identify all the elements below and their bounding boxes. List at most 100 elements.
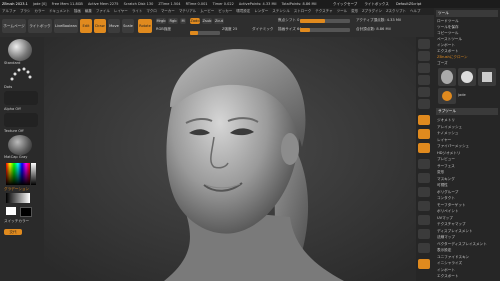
tool-menu-item[interactable]: ポリペイント — [437, 208, 497, 214]
tool-menu-item[interactable]: HDジオメトリ — [437, 150, 497, 156]
switch-color-label[interactable]: スイッチカラー — [4, 219, 29, 224]
subtool-header[interactable]: サブツール — [436, 108, 498, 115]
liveboolean-button[interactable]: LiveBoolean — [54, 19, 78, 33]
tool-menu-item[interactable]: レイヤー — [437, 137, 497, 143]
tool-menu-item[interactable]: サーフェス — [437, 163, 497, 169]
tool-menu-item[interactable]: イニシャライズ — [437, 260, 497, 266]
tool-header[interactable]: ツール — [436, 10, 498, 17]
menu-item[interactable]: レンダー — [254, 9, 268, 13]
tool-menu-item[interactable]: モーフターゲット — [437, 202, 497, 208]
rotate-view-button[interactable] — [418, 143, 430, 153]
focal-shift-slider[interactable] — [300, 19, 350, 23]
draw-button[interactable]: Draw — [94, 19, 106, 33]
main-color-swatch[interactable] — [6, 207, 16, 215]
m-button[interactable]: M — [180, 18, 186, 24]
goz-button[interactable]: ゴーズ — [437, 60, 497, 66]
alternate-button[interactable]: 交代 — [4, 229, 22, 235]
menu-item[interactable]: Zスクリプト — [386, 9, 406, 13]
stroke-thumbnail[interactable] — [6, 65, 34, 85]
mrgb-button[interactable]: Mrgb — [156, 18, 166, 24]
menu-item[interactable]: ツール — [337, 9, 348, 13]
xpose-button[interactable] — [418, 215, 430, 225]
menu-item[interactable]: 変形 — [351, 9, 358, 13]
menu-item[interactable]: ブラシ — [20, 9, 30, 13]
draw-size-slider[interactable] — [300, 28, 350, 32]
menu-item[interactable]: 環境設定 — [236, 9, 250, 13]
menu-item[interactable]: ファイル — [96, 9, 110, 13]
polyf-button[interactable] — [418, 159, 430, 169]
menu-item[interactable]: マクロ — [146, 9, 157, 13]
menu-item[interactable]: マテリアル — [179, 9, 196, 13]
tool-menu-item[interactable]: エクスポート — [437, 273, 497, 279]
tool-thumb-star[interactable] — [438, 88, 456, 104]
tool-menu-item[interactable]: ポリグループ — [437, 189, 497, 195]
secondary-color-swatch[interactable] — [20, 207, 32, 217]
tool-menu-item[interactable]: UVマップ — [437, 215, 497, 221]
menu-item[interactable]: ピッカー — [218, 9, 232, 13]
gradient-swatch[interactable] — [6, 193, 30, 203]
tool-menu-item[interactable]: 変形 — [437, 169, 497, 175]
zscript-button[interactable]: DefaultZScript — [396, 2, 421, 6]
tool-thumb-sphere[interactable] — [458, 68, 476, 86]
tool-thumb-cube[interactable] — [478, 68, 496, 86]
tool-menu-item[interactable]: 法線マップ — [437, 234, 497, 240]
tool-thumb-jade[interactable] — [438, 68, 456, 86]
menu-item[interactable]: ライト — [132, 9, 143, 13]
move-button[interactable]: Move — [108, 19, 120, 33]
viewport-canvas[interactable] — [44, 37, 416, 281]
move-view-button[interactable] — [418, 115, 430, 125]
tool-menu-item[interactable]: ベクターディスプレイスメント — [437, 241, 497, 247]
lightbox-title-button[interactable]: ライトボックス — [364, 2, 388, 6]
menu-item[interactable]: ヘルプ — [410, 9, 421, 13]
alpha-thumbnail[interactable] — [4, 91, 38, 105]
tool-menu-item[interactable]: プレビュー — [437, 156, 497, 162]
dynamic-toggle[interactable]: ダイナミック — [252, 27, 274, 32]
color-value-bar[interactable] — [31, 163, 36, 185]
tool-menu-item[interactable]: コンタクト — [437, 195, 497, 201]
menu-item[interactable]: ドキュメント — [49, 9, 70, 13]
rgb-button[interactable]: Rgb — [168, 18, 178, 24]
tool-menu-item[interactable]: ユニファイドスキン — [437, 254, 497, 260]
solo-button[interactable] — [418, 201, 430, 211]
frame-button[interactable] — [418, 229, 430, 239]
aahalf-button[interactable] — [418, 87, 430, 97]
material-thumbnail[interactable] — [8, 135, 32, 155]
tool-menu-item[interactable]: マスキング — [437, 176, 497, 182]
actual-button[interactable] — [418, 75, 430, 85]
scale-button[interactable]: Scale — [122, 19, 134, 33]
tool-menu-item[interactable]: ナノメッシュ — [437, 130, 497, 136]
z-intensity-slider[interactable] — [190, 31, 220, 35]
texture-thumbnail[interactable] — [4, 113, 38, 127]
lsym-button[interactable] — [418, 243, 430, 253]
rotate-button[interactable]: Rotate — [138, 19, 152, 33]
lightbox-button[interactable]: ライトボックス — [28, 19, 52, 42]
tool-menu-item[interactable]: アレイメッシュ — [437, 124, 497, 130]
tool-menu-item[interactable]: テクスチャマップ — [437, 221, 497, 227]
local-button[interactable] — [418, 259, 430, 269]
zoom3d-button[interactable] — [418, 129, 430, 139]
menu-item[interactable]: アルファ — [2, 9, 16, 13]
bpr-button[interactable] — [418, 39, 430, 49]
tool-menu-item[interactable]: 可視性 — [437, 182, 497, 188]
menu-item[interactable]: カラー — [34, 9, 45, 13]
scroll-button[interactable] — [418, 51, 430, 61]
zoom-button[interactable] — [418, 63, 430, 73]
menu-item[interactable]: Zプラグイン — [362, 9, 382, 13]
zsub-button[interactable]: Zsub — [202, 18, 212, 24]
menu-item[interactable]: ムービー — [200, 9, 214, 13]
home-button[interactable]: ホームページ — [2, 19, 26, 33]
tool-menu-item[interactable]: ファイバーメッシュ — [437, 143, 497, 149]
color-picker[interactable] — [6, 163, 30, 185]
persp-button[interactable] — [418, 99, 430, 109]
gradient-label[interactable]: グラデーション — [4, 187, 29, 192]
menu-item[interactable]: ステンシル — [272, 9, 290, 13]
tool-menu-item[interactable]: インポート — [437, 267, 497, 273]
zcut-button[interactable]: Zcut — [214, 18, 224, 24]
ghost-button[interactable] — [418, 187, 430, 197]
transp-button[interactable] — [418, 173, 430, 183]
quicksave-button[interactable]: クイックセーブ — [333, 2, 357, 6]
tool-menu-item[interactable]: 表示設定 — [437, 247, 497, 253]
tool-menu-item[interactable]: ディスプレイスメント — [437, 228, 497, 234]
zadd-button[interactable]: Zadd — [190, 18, 200, 24]
menu-item[interactable]: ストローク — [294, 9, 312, 13]
